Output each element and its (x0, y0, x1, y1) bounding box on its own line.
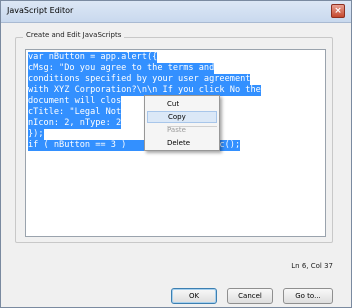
menu-item-copy[interactable]: Copy (147, 111, 217, 123)
ok-button[interactable]: OK (171, 288, 217, 304)
code-line: var nButton = app.alert({ (28, 52, 158, 63)
title-bar[interactable]: JavaScript Editor × (1, 1, 351, 23)
code-line: cTitle: "Legal Not (28, 107, 122, 118)
code-line: nIcon: 2, nType: 2 (28, 118, 122, 129)
menu-item-paste[interactable]: Paste (147, 124, 217, 136)
code-line: document will clos (28, 96, 122, 107)
group-legend: Create and Edit JavaScripts (23, 31, 125, 39)
cancel-button[interactable]: Cancel (227, 288, 273, 304)
code-line: cMsg: "Do you agree to the terms and (28, 63, 215, 74)
code-line: }); (28, 129, 44, 140)
javascript-editor-dialog: JavaScript Editor × Create and Edit Java… (0, 0, 352, 308)
menu-item-delete[interactable]: Delete (147, 137, 217, 149)
goto-button[interactable]: Go to... (283, 288, 333, 304)
context-menu: Cut Copy Paste Delete (144, 95, 220, 151)
close-icon: × (334, 6, 342, 16)
cursor-position: Ln 6, Col 37 (291, 262, 333, 270)
window-title: JavaScript Editor (7, 6, 74, 15)
menu-item-cut[interactable]: Cut (147, 98, 217, 110)
close-button[interactable]: × (331, 4, 345, 18)
code-line: conditions specified by your user agreem… (28, 74, 251, 85)
